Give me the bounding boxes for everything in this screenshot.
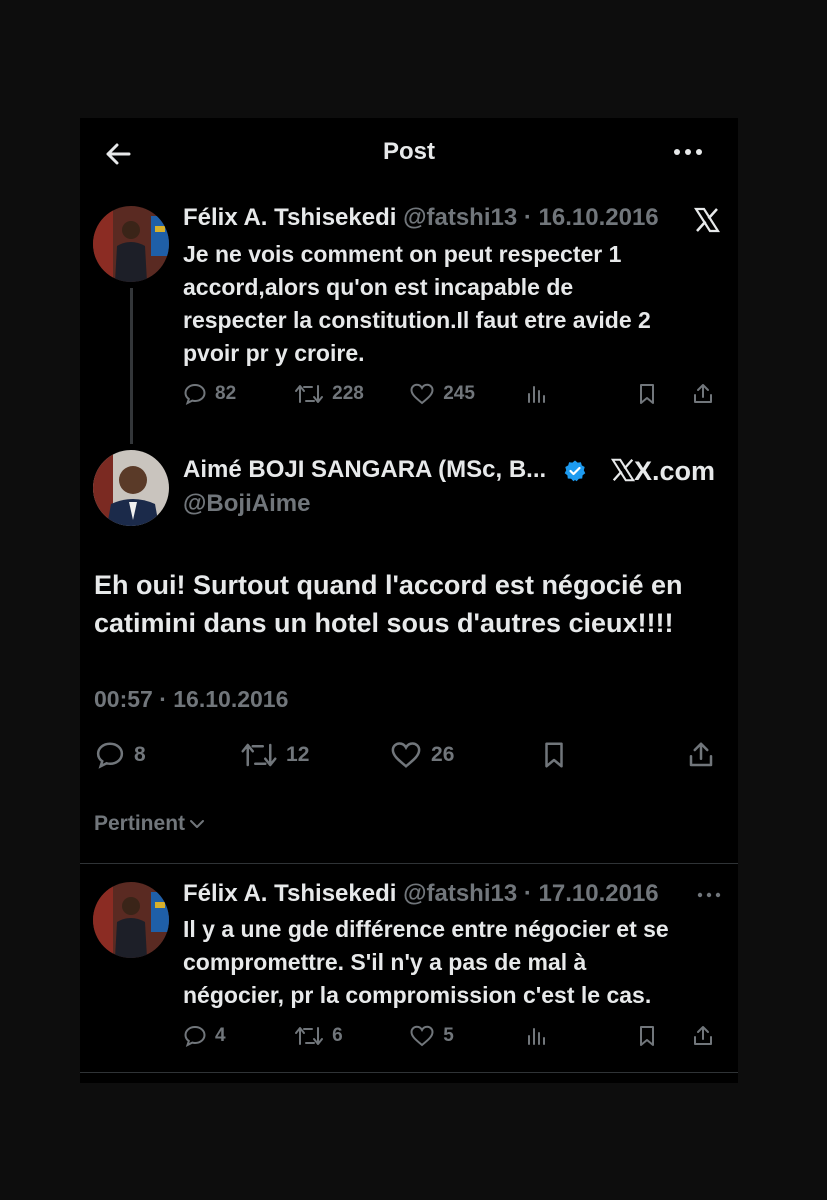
post-text: Je ne vois comment on peut respecter 1 a… (183, 238, 723, 370)
bookmark-button[interactable] (635, 1024, 691, 1048)
more-options-icon[interactable] (672, 142, 704, 162)
post-date[interactable]: 16.10.2016 (539, 204, 659, 231)
repost-button[interactable]: 228 (294, 382, 409, 406)
reply-icon (184, 1025, 206, 1047)
text-line: accord,alors qu'on est incapable de (183, 274, 574, 300)
reply-icon (184, 383, 206, 405)
verified-badge-icon (564, 460, 586, 481)
repost-button[interactable]: 12 (240, 740, 389, 770)
heart-icon (391, 742, 421, 768)
bookmark-icon (640, 1026, 655, 1046)
post-screen: Post Félix A. Tshisekedi @fatshi13 · 16.… (80, 118, 738, 1083)
x-logo-icon (693, 207, 721, 233)
source-text: X.com (634, 456, 716, 486)
like-count: 245 (443, 383, 475, 404)
text-line: Eh oui! Surtout quand l'accord est négoc… (94, 570, 683, 600)
source-label: X.com (610, 456, 715, 487)
reply-button[interactable]: 8 (94, 740, 240, 770)
author-name[interactable]: Félix A. Tshisekedi (183, 204, 396, 231)
analytics-icon (528, 1028, 546, 1045)
views-button[interactable] (524, 382, 635, 406)
thread-line (130, 288, 133, 444)
separator-dot: · (517, 880, 539, 907)
repost-count: 228 (332, 383, 364, 404)
post-timestamp[interactable]: 00:57 · 16.10.2016 (94, 686, 288, 713)
sort-dropdown[interactable]: Pertinent (94, 812, 206, 836)
avatar[interactable] (93, 450, 169, 526)
reply-button[interactable]: 4 (183, 1024, 294, 1048)
bookmark-button[interactable] (539, 740, 686, 770)
repost-count: 12 (286, 743, 310, 766)
post-header: Félix A. Tshisekedi @fatshi13 · 17.10.20… (183, 880, 659, 908)
bookmark-icon (640, 384, 655, 404)
share-icon (694, 384, 712, 403)
author-name[interactable]: Félix A. Tshisekedi (183, 880, 396, 907)
top-bar: Post (80, 118, 738, 188)
repost-count: 6 (332, 1025, 343, 1046)
reply-button[interactable]: 82 (183, 382, 294, 406)
repost-icon (241, 743, 277, 767)
bookmark-button[interactable] (635, 382, 691, 406)
share-button[interactable] (691, 1024, 723, 1048)
text-line: respecter la constitution.Il faut etre a… (183, 307, 651, 333)
action-bar: 4 6 5 (183, 1024, 723, 1048)
like-button[interactable]: 245 (409, 382, 524, 406)
author-handle[interactable]: @fatshi13 (403, 880, 517, 907)
author-handle[interactable]: @BojiAime (183, 490, 310, 518)
post-text: Eh oui! Surtout quand l'accord est négoc… (94, 566, 734, 642)
repost-button[interactable]: 6 (294, 1024, 409, 1048)
share-button[interactable] (686, 740, 724, 770)
reply-icon (96, 742, 124, 769)
text-line: négocier, pr la compromission c'est le c… (183, 982, 652, 1008)
bookmark-icon (545, 742, 563, 768)
reply-count: 82 (215, 383, 237, 404)
post-text: Il y a une gde différence entre négocier… (183, 913, 733, 1012)
like-count: 26 (431, 743, 455, 766)
author-handle[interactable]: @fatshi13 (403, 204, 517, 231)
repost-icon (295, 1027, 324, 1045)
sort-label: Pertinent (94, 812, 186, 835)
page-title: Post (382, 138, 435, 165)
action-bar: 8 12 26 (94, 740, 724, 770)
action-bar: 82 228 245 (183, 382, 723, 406)
like-button[interactable]: 5 (409, 1024, 524, 1048)
text-line: pvoir pr y croire. (183, 340, 365, 366)
views-button[interactable] (524, 1024, 635, 1048)
author-name[interactable]: Aimé BOJI SANGARA (MSc, B... (183, 456, 546, 483)
divider (80, 863, 738, 864)
text-line: compromettre. S'il n'y a pas de mal à (183, 949, 587, 975)
divider (80, 1072, 738, 1073)
text-line: Je ne vois comment on peut respecter 1 (183, 241, 622, 267)
like-count: 5 (443, 1025, 454, 1046)
reply-count: 8 (134, 743, 146, 766)
repost-icon (295, 385, 324, 403)
more-options-icon[interactable] (697, 890, 721, 900)
share-button[interactable] (691, 382, 723, 406)
chevron-down-icon (190, 820, 205, 828)
share-icon (694, 1026, 712, 1045)
reply-count: 4 (215, 1025, 226, 1046)
text-line: catimini dans un hotel sous d'autres cie… (94, 608, 674, 638)
avatar[interactable] (93, 882, 169, 958)
share-icon (689, 742, 713, 767)
heart-icon (410, 383, 434, 405)
heart-icon (410, 1025, 434, 1047)
analytics-icon (528, 386, 546, 403)
post-date[interactable]: 17.10.2016 (539, 880, 659, 907)
post-header: Aimé BOJI SANGARA (MSc, B... (183, 456, 587, 484)
separator-dot: · (517, 204, 539, 231)
avatar[interactable] (93, 206, 169, 282)
text-line: Il y a une gde différence entre négocier… (183, 916, 669, 942)
like-button[interactable]: 26 (389, 740, 539, 770)
x-logo-icon (610, 458, 636, 482)
post-header: Félix A. Tshisekedi @fatshi13 · 16.10.20… (183, 204, 659, 232)
